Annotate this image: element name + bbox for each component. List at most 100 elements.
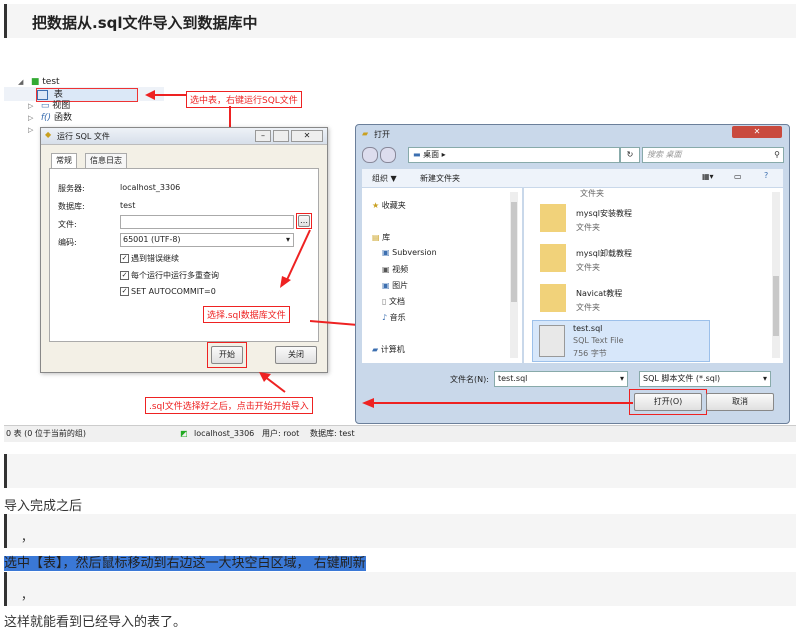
encoding-value: 65001 (UTF-8) xyxy=(123,235,181,244)
forward-button[interactable] xyxy=(380,147,396,163)
quote-block: ， xyxy=(4,514,796,548)
annotation-choose-file: 选择.sql数据库文件 xyxy=(203,306,290,323)
arrow-down-left-icon xyxy=(280,229,311,288)
filename-input[interactable]: test.sql ▾ xyxy=(494,371,628,387)
status-count: 0 表 (0 位于当前的组) xyxy=(6,429,87,438)
open-button[interactable]: 打开(O) xyxy=(634,393,702,411)
help-icon[interactable]: ? xyxy=(764,171,768,180)
app-icon: ◆ xyxy=(45,130,52,139)
folder-icon: ▰ xyxy=(362,129,369,138)
tree-item-views[interactable]: ▷ ▭ 视图 xyxy=(28,100,70,112)
maximize-button[interactable] xyxy=(273,130,289,142)
nav-computer[interactable]: ▰ 计算机 xyxy=(372,344,405,355)
close-icon[interactable]: ✕ xyxy=(732,126,782,138)
table-icon xyxy=(37,89,48,100)
chevron-down-icon[interactable]: ▾ xyxy=(763,372,767,386)
search-input[interactable]: 搜索 桌面 ⚲ xyxy=(642,147,784,163)
nav-pictures[interactable]: ▣ 图片 xyxy=(382,280,408,291)
close-icon[interactable]: ✕ xyxy=(291,130,323,142)
arrow-up-icon xyxy=(259,372,286,393)
nav-videos[interactable]: ▣ 视频 xyxy=(382,264,408,275)
organize-menu[interactable]: 组织 ▼ xyxy=(372,173,397,184)
file-item[interactable]: mysql安装教程 文件夹 xyxy=(540,202,780,236)
arrow-left-icon xyxy=(145,90,186,100)
refresh-button[interactable]: ↻ xyxy=(620,147,640,163)
checkbox-continue-on-error[interactable]: ✓ 遇到错误继续 xyxy=(120,253,179,264)
search-icon[interactable]: ⚲ xyxy=(774,148,780,162)
encoding-label: 编码: xyxy=(58,238,77,247)
dialog-titlebar: ◆ 运行 SQL 文件 – ✕ xyxy=(41,128,327,145)
preview-pane-icon[interactable]: ▭ xyxy=(734,172,742,181)
checkbox-checked-icon[interactable]: ✓ xyxy=(120,287,129,296)
nav-libraries[interactable]: ▤ 库 xyxy=(372,232,390,243)
collapse-icon[interactable]: ▷ xyxy=(28,100,38,112)
section-heading: 把数据从.sql文件导入到数据库中 xyxy=(32,14,258,32)
toolbar: 组织 ▼ 新建文件夹 ▦▾ ▭ ? xyxy=(362,169,783,187)
view-icon: ▭ xyxy=(40,101,50,111)
file-path-input[interactable] xyxy=(120,215,294,229)
collapse-icon[interactable]: ▷ xyxy=(28,112,38,124)
open-file-dialog: ▰ 打开 ✕ ▬ 桌面 ▸ ↻ 搜索 桌面 ⚲ 组织 ▼ 新建文件夹 ▦▾ ▭ … xyxy=(355,124,790,424)
address-bar[interactable]: ▬ 桌面 ▸ xyxy=(408,147,620,163)
tab-message-log[interactable]: 信息日志 xyxy=(85,153,127,169)
desktop-icon: ▬ xyxy=(413,150,421,159)
nav-pane: ★ 收藏夹 ▤ 库 ▣ Subversion ▣ 视频 ▣ 图片 ▯ 文档 ♪ … xyxy=(362,188,522,363)
cancel-button[interactable]: 取消 xyxy=(706,393,774,411)
function-icon: f() xyxy=(40,113,52,123)
start-button[interactable]: 开始 xyxy=(211,346,243,364)
status-user: 用户: root xyxy=(262,429,300,438)
file-label: 文件: xyxy=(58,220,77,229)
tree-item-functions[interactable]: ▷ f() 函数 xyxy=(28,112,72,124)
arrow-left-icon xyxy=(362,398,633,408)
checkbox-checked-icon[interactable]: ✓ xyxy=(120,254,129,263)
partial-item-type: 文件夹 xyxy=(580,189,604,198)
minimize-button[interactable]: – xyxy=(255,130,271,142)
status-bar: 0 表 (0 位于当前的组) ◩ localhost_3306 用户: root… xyxy=(4,425,796,442)
nav-scrollbar[interactable] xyxy=(510,192,518,358)
encoding-select[interactable]: 65001 (UTF-8) ▾ xyxy=(120,233,294,247)
file-type-filter[interactable]: SQL 脚本文件 (*.sql) ▾ xyxy=(639,371,771,387)
annotation-after-choose: .sql文件选择好之后，点击开始开始导入 xyxy=(145,397,313,414)
server-value: localhost_3306 xyxy=(120,183,181,192)
final-text: 这样就能看到已经导入的表了。 xyxy=(4,615,187,630)
connection-icon: ◩ xyxy=(180,429,188,438)
file-list-scrollbar[interactable] xyxy=(772,192,780,358)
nav-subversion[interactable]: ▣ Subversion xyxy=(382,248,437,257)
chevron-down-icon[interactable]: ▾ xyxy=(620,372,624,386)
dialog-title: 打开 xyxy=(374,130,390,139)
browse-button[interactable]: … xyxy=(298,215,310,227)
after-import-text: 导入完成之后 xyxy=(4,499,83,514)
server-label: 服务器: xyxy=(58,184,85,193)
sql-file-icon xyxy=(539,325,565,357)
dialog-title: 运行 SQL 文件 xyxy=(57,132,110,141)
tab-general[interactable]: 常规 xyxy=(51,153,77,169)
view-options-icon[interactable]: ▦▾ xyxy=(702,172,714,181)
folder-icon xyxy=(540,204,566,232)
filename-label: 文件名(N): xyxy=(450,375,489,384)
checkbox-checked-icon[interactable]: ✓ xyxy=(120,271,129,280)
folder-icon xyxy=(540,244,566,272)
checkbox-multi-query[interactable]: ✓ 每个运行中运行多重查询 xyxy=(120,270,219,281)
nav-music[interactable]: ♪ 音乐 xyxy=(382,312,406,323)
new-folder-button[interactable]: 新建文件夹 xyxy=(420,173,460,184)
nav-documents[interactable]: ▯ 文档 xyxy=(382,296,405,307)
file-item[interactable]: Navicat教程 文件夹 xyxy=(540,282,780,316)
tree-db-test[interactable]: ◢ ■ test xyxy=(18,76,60,88)
quote-block xyxy=(4,454,796,488)
expand-icon[interactable]: ◢ xyxy=(18,76,28,88)
back-button[interactable] xyxy=(362,147,378,163)
database-value: test xyxy=(120,201,136,210)
status-connection: localhost_3306 xyxy=(194,429,255,438)
database-label: 数据库: xyxy=(58,202,85,211)
checkbox-autocommit[interactable]: ✓ SET AUTOCOMMIT=0 xyxy=(120,287,216,296)
file-list: 文件夹 mysql安装教程 文件夹 mysql卸载教程 文件夹 Navicat教… xyxy=(524,188,783,363)
close-button[interactable]: 关闭 xyxy=(275,346,317,364)
tree-item-more[interactable]: ▷ xyxy=(28,124,38,136)
file-item[interactable]: mysql卸载教程 文件夹 xyxy=(540,242,780,276)
instruction-text: 选中【表】，然后鼠标移动到右边这一大块空白区域， 右键刷新 xyxy=(4,556,366,571)
status-database: 数据库: test xyxy=(310,429,355,438)
annotation-select-table: 选中表，右键运行SQL文件 xyxy=(186,91,302,108)
nav-favorites[interactable]: ★ 收藏夹 xyxy=(372,200,406,211)
folder-icon xyxy=(540,284,566,312)
file-item-selected[interactable]: test.sql SQL Text File 756 字节 xyxy=(532,320,710,362)
